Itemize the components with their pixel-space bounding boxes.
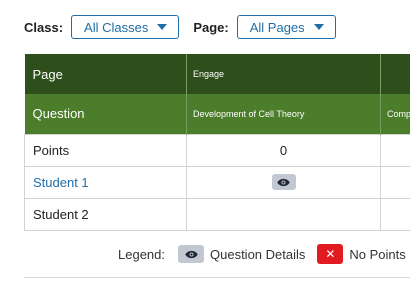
page-dropdown-value: All Pages — [249, 19, 305, 35]
student-name: Student 2 — [24, 197, 187, 231]
page-column-2 — [380, 54, 410, 94]
empty-cell — [380, 133, 410, 167]
legend-label: Legend: — [118, 246, 165, 262]
legend-no-points: No Points — [349, 246, 406, 262]
class-filter-label: Class: — [24, 19, 64, 35]
page-dropdown[interactable]: All Pages — [236, 15, 336, 39]
page-header: Page — [24, 54, 187, 94]
question-header: Question — [24, 94, 187, 134]
results-grid: Page Engage Question Development of Cell… — [24, 54, 410, 231]
legend-question-details: Question Details — [210, 246, 306, 262]
class-dropdown[interactable]: All Classes — [71, 15, 180, 39]
class-dropdown-value: All Classes — [84, 19, 149, 35]
table-row: Points 0 — [24, 133, 410, 167]
divider — [24, 277, 410, 278]
page-column-engage: Engage — [186, 54, 381, 94]
question-column-cell-theory: Development of Cell Theory — [186, 94, 381, 134]
eye-icon — [178, 245, 204, 263]
question-column-comp: Comp — [380, 94, 410, 134]
caret-down-icon — [313, 24, 324, 30]
filter-bar: Class: All Classes Page: All Pages — [24, 14, 336, 40]
legend: Legend: Question Details ✕ No Points — [118, 244, 406, 264]
question-details-button[interactable] — [271, 174, 296, 191]
empty-cell — [380, 165, 410, 199]
close-icon: ✕ — [317, 244, 344, 264]
caret-down-icon — [157, 24, 168, 30]
empty-cell — [186, 197, 381, 231]
row-label-points: Points — [24, 133, 187, 167]
eye-icon — [277, 178, 290, 186]
table-row: Student 2 — [24, 197, 410, 231]
points-value: 0 — [186, 133, 381, 167]
student-link[interactable]: Student 1 — [33, 175, 89, 190]
empty-cell — [380, 197, 410, 231]
page-filter-label: Page: — [193, 19, 229, 35]
table-row: Student 1 — [24, 165, 410, 199]
